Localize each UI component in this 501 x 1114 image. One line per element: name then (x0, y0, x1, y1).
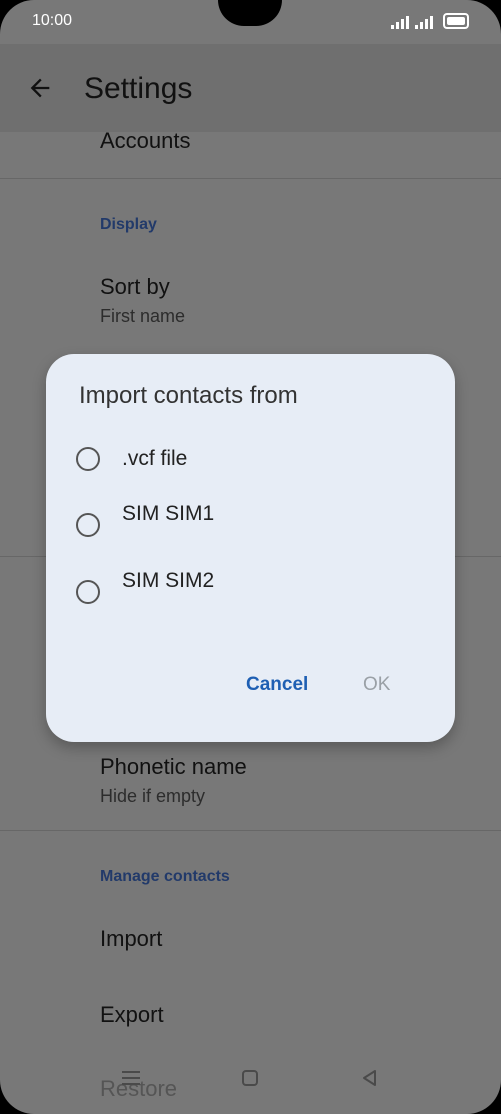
option-label: .vcf file (122, 447, 188, 470)
camera-notch (218, 0, 282, 26)
option-sim1[interactable]: SIM SIM1 (76, 502, 215, 545)
dialog-title: Import contacts from (79, 382, 298, 409)
phonetic-name-item[interactable]: Phonetic name Hide if empty (100, 754, 247, 807)
display-section-header: Display (100, 216, 157, 233)
home-square-icon[interactable] (240, 1068, 260, 1088)
option-vcf-file[interactable]: .vcf file (76, 439, 187, 479)
option-label: SIM SIM2 (122, 569, 215, 592)
battery-icon (443, 13, 469, 29)
sort-by-item[interactable]: Sort by First name (100, 274, 185, 327)
export-item[interactable]: Export (100, 1002, 164, 1028)
manage-contacts-section-header: Manage contacts (100, 868, 230, 885)
radio-unchecked-icon[interactable] (76, 580, 100, 604)
status-time: 10:00 (32, 12, 73, 29)
sort-by-title: Sort by (100, 274, 170, 299)
status-icons (391, 13, 469, 29)
phone-screen: 10:00 Settings Accounts Display Sort by … (0, 0, 501, 1114)
phonetic-name-title: Phonetic name (100, 754, 247, 779)
app-bar: Settings (0, 44, 501, 132)
accounts-item[interactable]: Accounts (100, 128, 191, 154)
import-item[interactable]: Import (100, 926, 162, 952)
triangle-back-icon[interactable] (360, 1068, 380, 1088)
signal-sim1-icon (391, 15, 409, 29)
radio-unchecked-icon[interactable] (76, 513, 100, 537)
ok-button[interactable]: OK (363, 674, 390, 696)
page-title: Settings (84, 72, 193, 105)
divider (0, 830, 501, 831)
sort-by-value: First name (100, 306, 186, 326)
option-label: SIM SIM1 (122, 502, 215, 525)
divider (0, 178, 501, 179)
phonetic-name-value: Hide if empty (100, 786, 206, 806)
cancel-button[interactable]: Cancel (246, 674, 308, 696)
signal-sim2-icon (415, 15, 433, 29)
status-bar: 10:00 (0, 0, 501, 44)
menu-icon[interactable] (120, 1068, 142, 1088)
option-sim2[interactable]: SIM SIM2 (76, 569, 215, 612)
import-contacts-dialog: Import contacts from .vcf file SIM SIM1 … (46, 354, 455, 742)
radio-unchecked-icon[interactable] (76, 447, 100, 471)
navigation-bar (0, 1050, 501, 1114)
arrow-back-icon[interactable] (26, 74, 54, 102)
